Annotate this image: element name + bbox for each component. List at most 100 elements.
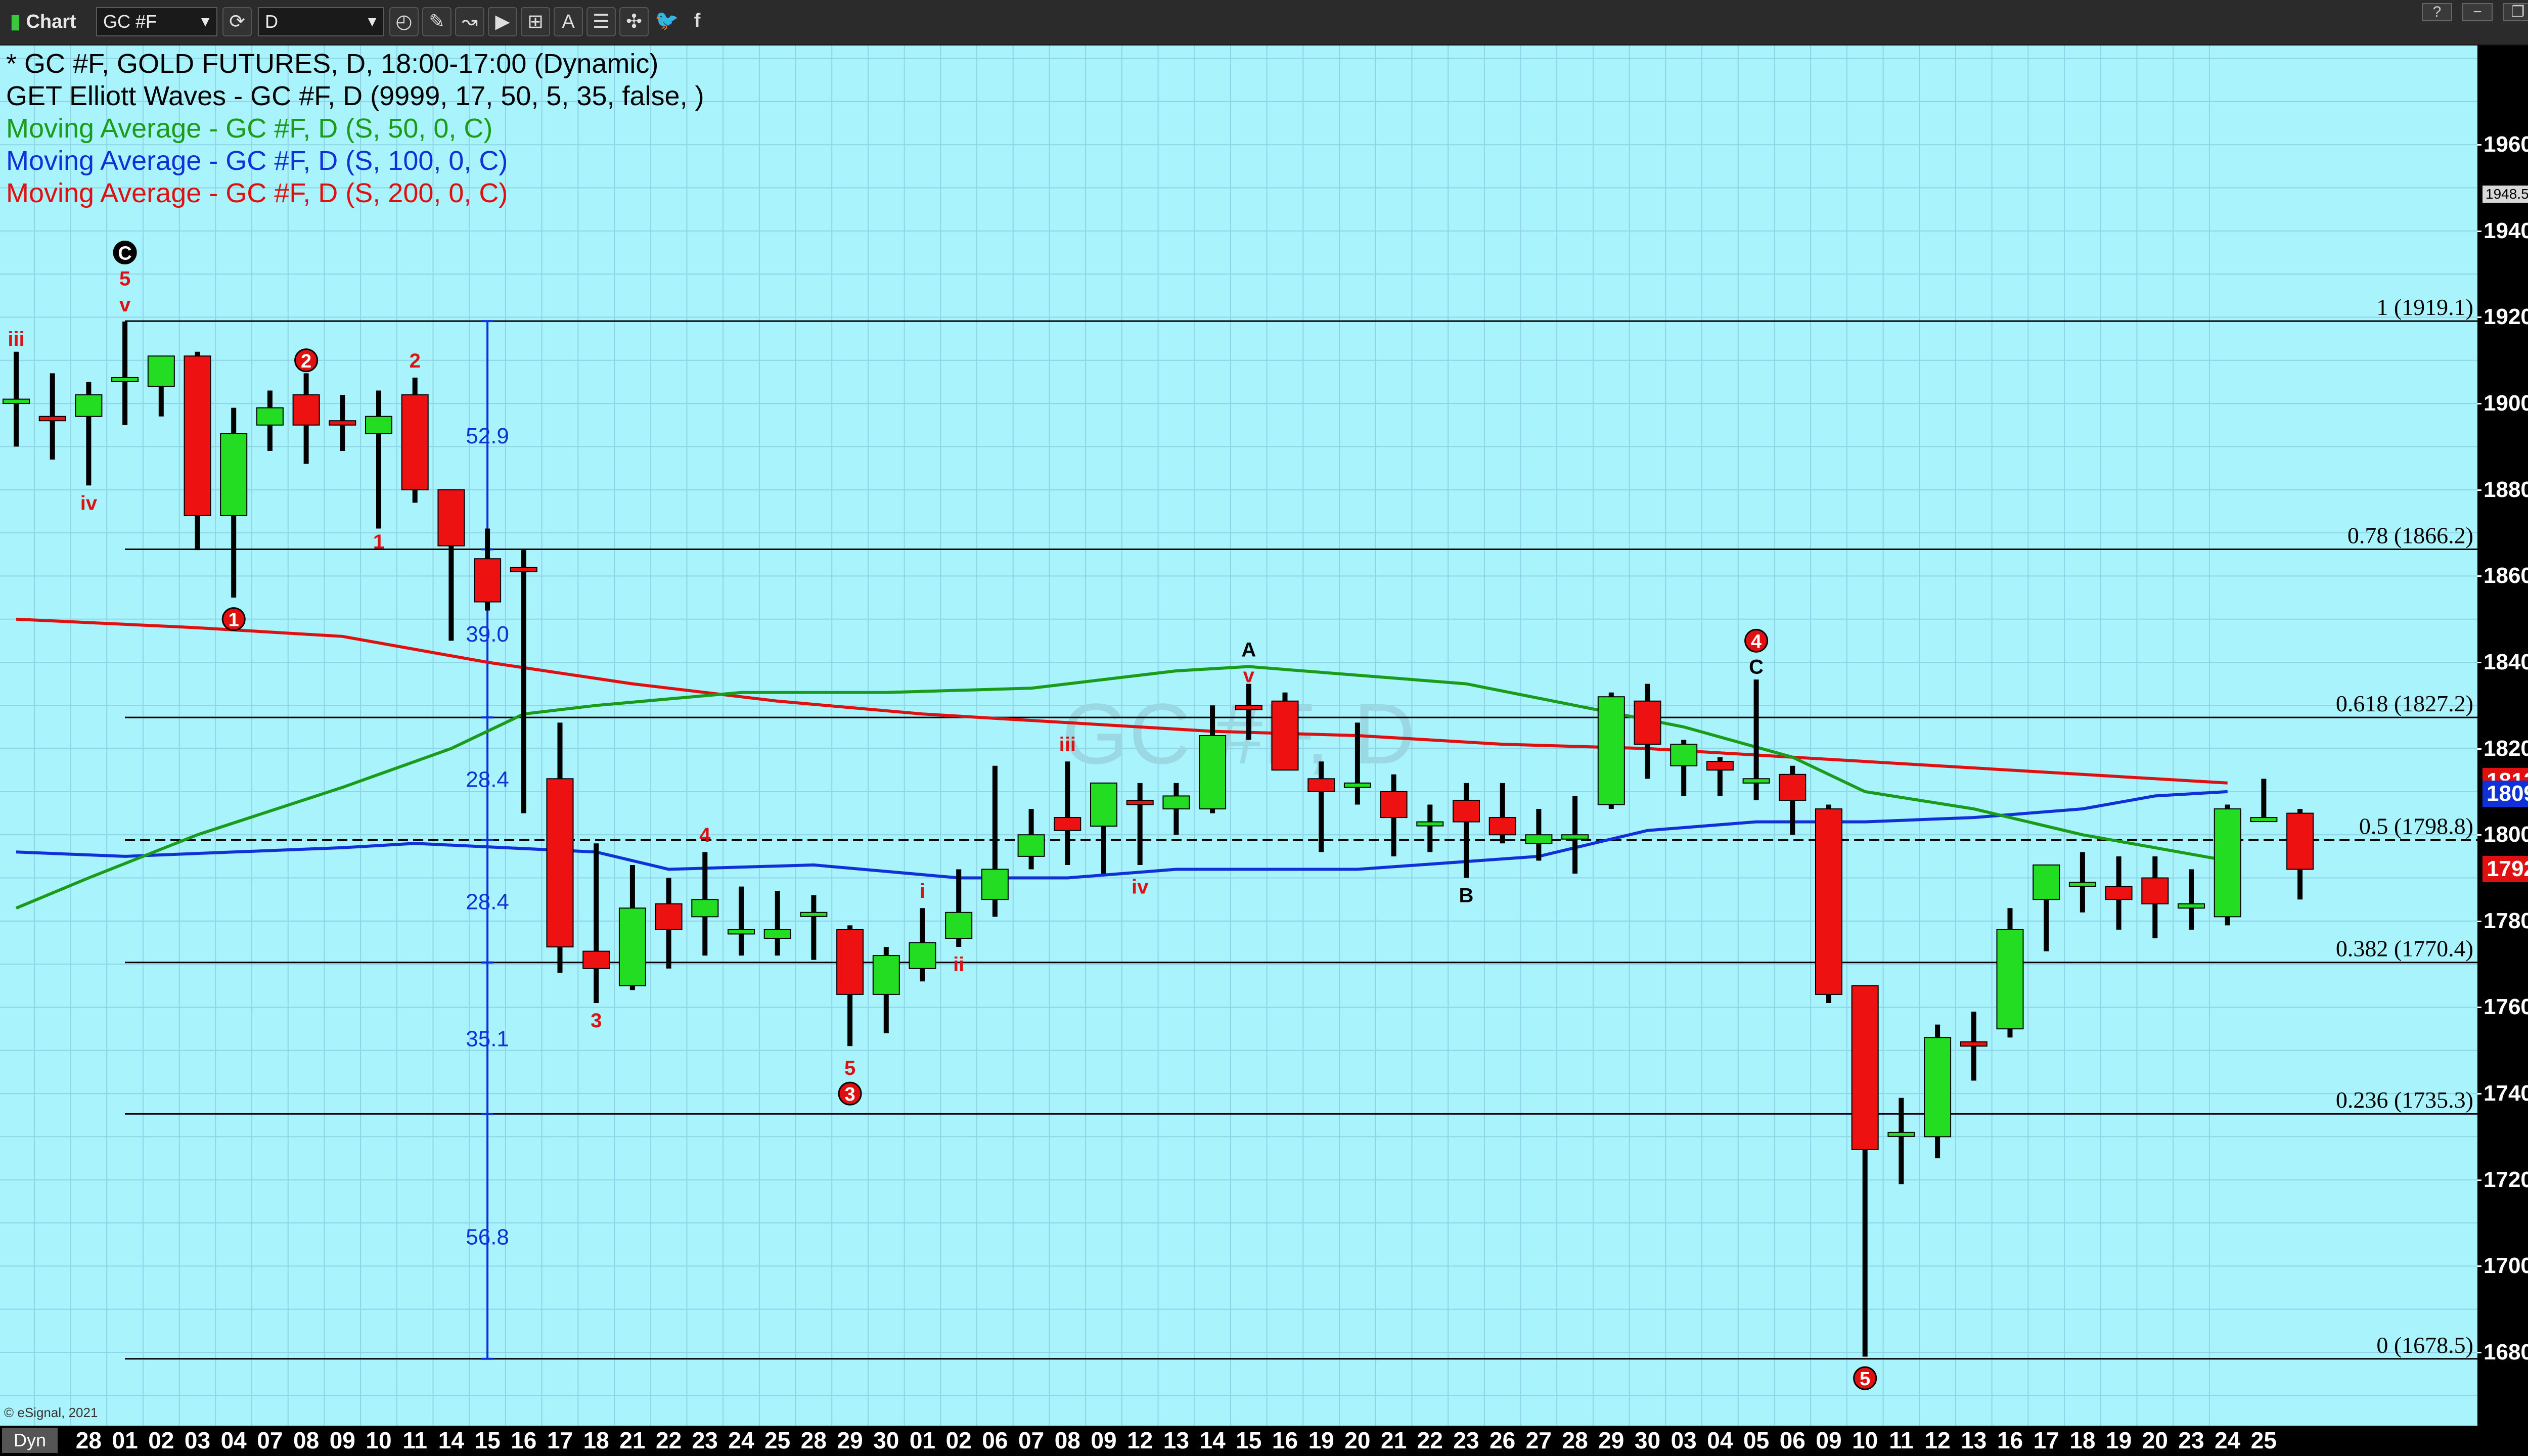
candle-body: [1634, 700, 1661, 745]
dyn-label[interactable]: Dyn: [2, 1428, 58, 1453]
price-tick-mark: [2477, 144, 2481, 146]
candle-body: [365, 416, 392, 434]
date-tick-label: 12: [1924, 1427, 1951, 1453]
candle-body: [1126, 799, 1154, 805]
price-tick-label: 1900.0: [2484, 391, 2528, 416]
candle-body: [618, 907, 646, 986]
price-axis[interactable]: 1680.0 1700.0 1720.0 1740.0 1760.0 1780.0 1800…: [2477, 46, 2528, 1426]
candle-body: [2178, 903, 2205, 909]
candle-body: [437, 489, 465, 547]
candle-body: [147, 355, 175, 387]
arrows-icon[interactable]: ✣: [619, 7, 649, 36]
fib-level-label: 0.382 (1770.4): [2336, 936, 2473, 962]
crosshair-icon[interactable]: ◴: [389, 7, 419, 36]
wave-label: ii: [953, 953, 964, 976]
drawing-tools-icon[interactable]: ☰: [586, 7, 616, 36]
price-tick-mark: [2477, 834, 2481, 836]
wave-label: v: [1243, 665, 1255, 687]
fib-level-label: 0.618 (1827.2): [2336, 691, 2473, 716]
candle-body: [1525, 834, 1553, 844]
price-tick-label: 1740.0: [2484, 1081, 2528, 1106]
candle-body: [256, 407, 284, 426]
candle-body: [728, 929, 755, 935]
candle-body: [1960, 1041, 1988, 1047]
date-tick-label: 09: [1816, 1427, 1842, 1453]
candle-body: [1380, 791, 1408, 818]
candle-body: [582, 950, 610, 969]
candle-body: [1597, 696, 1625, 805]
interval-value: D: [265, 11, 278, 32]
measure-label: 28.4: [466, 890, 509, 915]
price-tick-label: 1760.0: [2484, 994, 2528, 1020]
candle-body: [1670, 744, 1698, 766]
date-tick-label: 25: [2250, 1427, 2277, 1453]
wave-label: iii: [1059, 734, 1076, 756]
price-tick-mark: [2477, 1007, 2481, 1009]
candle-body: [1199, 735, 1227, 810]
wave-label: iv: [1132, 876, 1149, 898]
candle-body: [1851, 985, 1879, 1150]
date-tick-label: 01: [112, 1427, 138, 1453]
wave-label: v: [119, 294, 131, 316]
draw-icon[interactable]: ↝: [455, 7, 484, 36]
help-button[interactable]: ?: [2422, 3, 2452, 21]
wave-label: iv: [80, 492, 98, 514]
restore-button[interactable]: ❐: [2503, 3, 2528, 21]
wave-label: 2: [301, 351, 311, 372]
candle-body: [38, 416, 66, 422]
candle-body: [2141, 877, 2169, 904]
price-tick-label: 1880.0: [2484, 477, 2528, 502]
text-icon[interactable]: A: [554, 7, 583, 36]
date-tick-label: 29: [837, 1427, 863, 1453]
date-tick-label: 08: [1054, 1427, 1080, 1453]
candle-body: [2033, 864, 2060, 900]
price-tick-label: 1700.0: [2484, 1253, 2528, 1279]
date-tick-label: 06: [1779, 1427, 1805, 1453]
price-tick-label: 1780.0: [2484, 908, 2528, 933]
date-tick-label: 02: [945, 1427, 972, 1453]
legend-elliott-waves: GET Elliott Waves - GC #F, D (9999, 17, …: [6, 81, 704, 111]
price-tick-mark: [2477, 1093, 2481, 1095]
price-tick-mark: [2477, 489, 2481, 491]
date-tick-label: 12: [1127, 1427, 1153, 1453]
interval-input[interactable]: D ▼: [258, 7, 384, 36]
date-tick-label: 10: [366, 1427, 392, 1453]
date-tick-label: 11: [1889, 1427, 1914, 1453]
wave-label: C: [1749, 656, 1764, 678]
chart-svg[interactable]: GC #F, D 1 (1919.1) 0.78 (1866.2) 0.618 (18…: [0, 46, 2477, 1426]
twitter-icon[interactable]: 🐦: [652, 7, 682, 36]
candle-body: [1017, 834, 1045, 857]
date-axis[interactable]: Dyn 28 01 02 03 04 07 08 09 10 11 14 15 16 17 18 21 22 23…: [0, 1426, 2528, 1456]
date-tick-label: 23: [1453, 1427, 1479, 1453]
minimize-button[interactable]: −: [2462, 3, 2493, 21]
date-tick-label: 23: [692, 1427, 718, 1453]
facebook-icon[interactable]: f: [683, 7, 712, 36]
date-tick-label: 20: [1344, 1427, 1371, 1453]
timescale-icon[interactable]: ⊞: [521, 7, 550, 36]
play-icon[interactable]: ▶: [488, 7, 517, 36]
price-tick-mark: [2477, 230, 2481, 232]
pencil-icon[interactable]: ✎: [422, 7, 452, 36]
chart-plot-area[interactable]: GC #F, D 1 (1919.1) 0.78 (1866.2) 0.618 (18…: [0, 46, 2477, 1426]
date-tick-label: 07: [257, 1427, 283, 1453]
date-tick-label: 09: [329, 1427, 355, 1453]
date-tick-label: 03: [184, 1427, 211, 1453]
fib-level-label: 0 (1678.5): [2376, 1332, 2473, 1358]
date-tick-label: 25: [764, 1427, 791, 1453]
candle-body: [2286, 812, 2314, 870]
symbol-input[interactable]: GC #F ▼: [96, 7, 217, 36]
price-tick-label: 1820.0: [2484, 736, 2528, 761]
wave-label: 4: [699, 824, 711, 846]
price-tick-mark: [2477, 661, 2481, 663]
wave-label: 5: [844, 1057, 855, 1079]
chevron-down-icon[interactable]: ▼: [365, 8, 379, 35]
measure-label: 39.0: [466, 622, 509, 647]
date-tick-label: 16: [1272, 1427, 1298, 1453]
candle-body: [1235, 705, 1262, 710]
date-tick-label: 30: [1634, 1427, 1661, 1453]
chevron-down-icon[interactable]: ▼: [198, 8, 212, 35]
symbol-link-icon[interactable]: ⟳: [222, 7, 252, 36]
price-tag: 1809.5: [2482, 781, 2528, 807]
price-tick-label: 1960.0: [2484, 132, 2528, 157]
candle-body: [220, 433, 248, 516]
